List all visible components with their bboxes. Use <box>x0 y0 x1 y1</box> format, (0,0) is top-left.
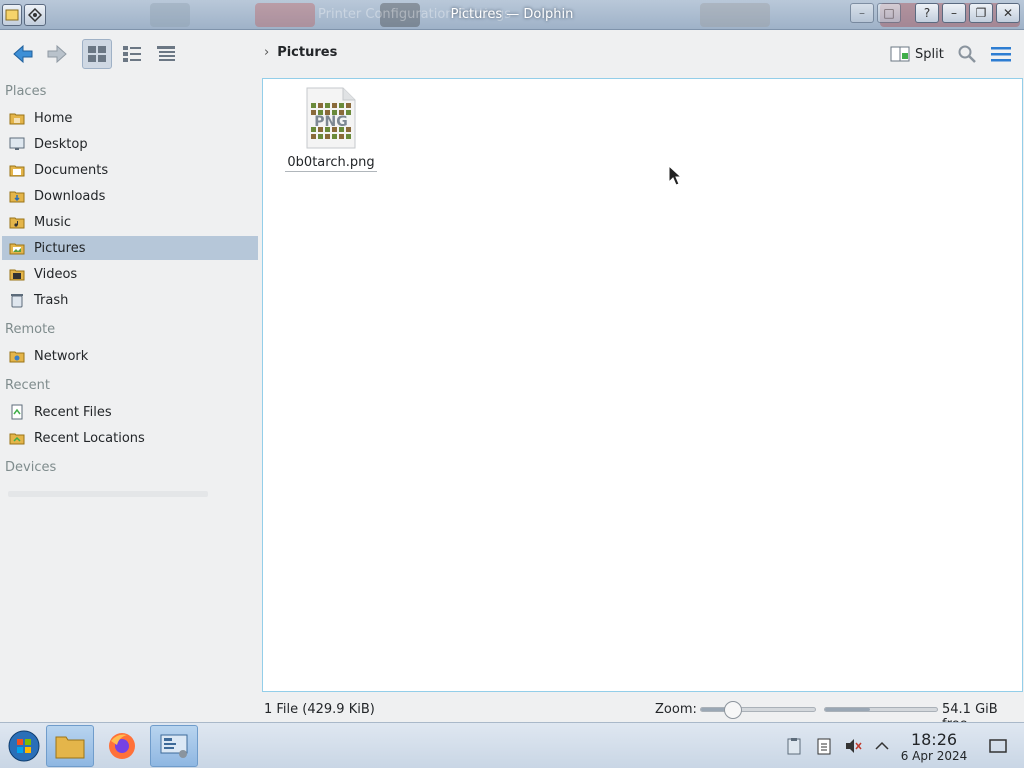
pictures-folder-icon <box>8 239 26 257</box>
section-header-recent: Recent <box>5 378 50 393</box>
zoom-slider-handle[interactable] <box>723 701 742 719</box>
firefox-icon <box>109 733 135 759</box>
file-view[interactable]: PNG 0b0tarch.png <box>262 78 1023 692</box>
digital-clock[interactable]: 18:26 6 Apr 2024 <box>898 730 970 764</box>
background-maximize-icon: □ <box>877 3 901 23</box>
clock-date: 6 Apr 2024 <box>900 749 968 763</box>
downloads-folder-icon <box>8 187 26 205</box>
sidebar-item-label: Music <box>34 214 71 230</box>
zoom-label: Zoom: <box>655 702 697 717</box>
zoom-slider[interactable] <box>700 701 816 719</box>
network-folder-icon <box>8 347 26 365</box>
thumb-text: PNG <box>314 114 347 130</box>
recent-locations-icon <box>8 429 26 447</box>
menu-button[interactable] <box>986 39 1016 69</box>
minimize-icon[interactable]: – <box>942 3 966 23</box>
sidebar-item-downloads[interactable]: Downloads <box>2 184 258 208</box>
status-bar: 1 File (429.9 KiB) Zoom: 54.1 GiB free <box>0 696 1024 732</box>
trash-icon <box>8 291 26 309</box>
sidebar-item-label: Home <box>34 110 73 126</box>
main-toolbar: › Pictures Split <box>0 31 1024 77</box>
status-summary: 1 File (429.9 KiB) <box>264 702 375 717</box>
sidebar-item-label: Videos <box>34 266 78 282</box>
sidebar-item-label: Downloads <box>34 188 106 204</box>
icons-view-icon <box>88 46 106 62</box>
png-file-icon: PNG <box>303 87 359 149</box>
volume-muted-icon[interactable] <box>843 736 863 756</box>
close-icon[interactable]: ✕ <box>996 3 1020 23</box>
back-button[interactable] <box>8 39 38 69</box>
notes-icon[interactable] <box>814 736 834 756</box>
disk-space-fill <box>825 708 870 711</box>
window-titlebar[interactable]: Printer Configuration Settings Pictures … <box>0 0 1024 30</box>
videos-folder-icon <box>8 265 26 283</box>
compact-view-icon <box>123 46 141 62</box>
split-label: Split <box>915 46 944 62</box>
taskbar-file-manager[interactable] <box>46 725 94 767</box>
sidebar-item-trash[interactable]: Trash <box>2 288 258 312</box>
sidebar-item-label: Network <box>34 348 89 364</box>
sidebar-item-music[interactable]: Music <box>2 210 258 234</box>
sidebar-item-label: Recent Files <box>34 404 112 420</box>
details-view-icon <box>157 46 175 61</box>
sidebar-item-network[interactable]: Network <box>2 344 258 368</box>
sidebar-item-recent-files[interactable]: Recent Files <box>2 400 258 424</box>
places-panel: Places Home Desktop Documents Downloads … <box>0 77 260 722</box>
sidebar-item-label: Pictures <box>34 240 86 256</box>
sidebar-item-label: Trash <box>34 292 69 308</box>
start-button[interactable] <box>0 725 48 767</box>
file-name[interactable]: 0b0tarch.png <box>285 155 377 172</box>
forward-button[interactable] <box>42 39 72 69</box>
sidebar-item-home[interactable]: Home <box>2 106 258 130</box>
desktop-folder-icon <box>8 135 26 153</box>
clipboard-manager-icon[interactable] <box>784 736 804 756</box>
disk-space-bar <box>824 707 938 712</box>
sidebar-item-documents[interactable]: Documents <box>2 158 258 182</box>
sidebar-item-videos[interactable]: Videos <box>2 262 258 286</box>
breadcrumb: › Pictures <box>264 45 337 60</box>
background-minimize-icon: – <box>850 3 874 23</box>
maximize-icon[interactable]: ❐ <box>969 3 993 23</box>
devices-placeholder <box>8 491 208 497</box>
taskbar-system-settings[interactable] <box>150 725 198 767</box>
start-orb-icon <box>8 730 40 762</box>
section-header-places: Places <box>5 84 47 99</box>
chevron-right-icon[interactable]: › <box>264 45 269 60</box>
icons-view-button[interactable] <box>82 39 112 69</box>
expand-tray-icon[interactable] <box>872 736 892 756</box>
section-header-remote: Remote <box>5 322 56 337</box>
system-settings-icon <box>160 734 188 758</box>
sidebar-item-label: Recent Locations <box>34 430 145 446</box>
breadcrumb-item-pictures[interactable]: Pictures <box>277 45 337 60</box>
search-icon <box>958 45 976 63</box>
details-view-button[interactable] <box>151 39 181 69</box>
arrow-left-icon <box>13 44 33 64</box>
documents-folder-icon <box>8 161 26 179</box>
mouse-pointer-icon <box>668 165 682 186</box>
home-folder-icon <box>8 109 26 127</box>
sidebar-item-pictures[interactable]: Pictures <box>2 236 258 260</box>
split-button[interactable]: Split <box>886 41 948 67</box>
hamburger-menu-icon <box>991 47 1011 62</box>
split-view-icon <box>890 46 910 62</box>
clock-time: 18:26 <box>910 730 958 749</box>
section-header-devices: Devices <box>5 460 57 475</box>
taskbar-firefox[interactable] <box>98 725 146 767</box>
sidebar-item-recent-locations[interactable]: Recent Locations <box>2 426 258 450</box>
file-item[interactable]: PNG 0b0tarch.png <box>285 87 377 172</box>
taskbar: 18:26 6 Apr 2024 <box>0 722 1024 768</box>
recent-files-icon <box>8 403 26 421</box>
search-button[interactable] <box>952 39 982 69</box>
compact-view-button[interactable] <box>117 39 147 69</box>
sidebar-item-desktop[interactable]: Desktop <box>2 132 258 156</box>
sidebar-item-label: Documents <box>34 162 109 178</box>
file-manager-icon <box>55 736 85 759</box>
arrow-right-icon <box>47 44 67 64</box>
show-desktop-icon[interactable] <box>988 736 1008 756</box>
help-icon[interactable]: ? <box>915 3 939 23</box>
sidebar-item-label: Desktop <box>34 136 88 152</box>
music-folder-icon <box>8 213 26 231</box>
